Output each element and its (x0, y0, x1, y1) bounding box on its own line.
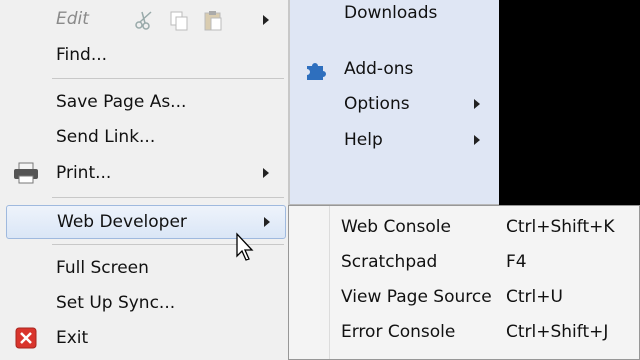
edit-submenu-arrow-icon (263, 15, 269, 25)
submenu-item-shortcut: F4 (506, 252, 527, 272)
main-menu-right: Downloads Add-ons Options Help (289, 0, 499, 205)
web-developer-submenu-arrow-icon (264, 217, 270, 227)
menu-item-help[interactable]: Help (290, 123, 499, 157)
menu-separator (52, 197, 284, 198)
menu-item-find[interactable]: Find... (0, 38, 288, 72)
copy-icon[interactable] (168, 10, 190, 32)
submenu-item-shortcut: Ctrl+Shift+J (506, 322, 609, 342)
menu-item-full-screen-label: Full Screen (56, 258, 149, 278)
submenu-item-label: Error Console (341, 322, 456, 342)
menu-item-edit[interactable]: Edit (0, 2, 288, 36)
menu-item-find-label: Find... (56, 45, 108, 65)
scissors-icon[interactable] (134, 10, 156, 30)
menu-item-send-link-label: Send Link... (56, 127, 156, 147)
menu-item-add-ons-label: Add-ons (344, 59, 414, 79)
menu-item-options[interactable]: Options (290, 87, 499, 121)
print-submenu-arrow-icon (263, 168, 269, 178)
options-submenu-arrow-icon (474, 99, 480, 109)
menu-item-exit-label: Exit (56, 328, 89, 348)
menu-item-exit[interactable]: Exit (0, 321, 288, 355)
close-icon (15, 327, 37, 349)
submenu-item-error-console[interactable]: Error Console Ctrl+Shift+J (289, 315, 639, 350)
main-menu-left: Edit Find... Save Page As... Send Link..… (0, 0, 289, 360)
menu-item-print-label: Print... (56, 163, 112, 183)
submenu-item-shortcut: Ctrl+U (506, 287, 563, 307)
menu-item-help-label: Help (344, 130, 383, 150)
submenu-item-web-console[interactable]: Web Console Ctrl+Shift+K (289, 210, 639, 245)
menu-item-web-developer-label: Web Developer (57, 212, 187, 232)
menu-item-print[interactable]: Print... (0, 156, 288, 190)
menu-item-downloads[interactable]: Downloads (290, 0, 499, 32)
menu-item-set-up-sync-label: Set Up Sync... (56, 293, 176, 313)
submenu-item-view-page-source[interactable]: View Page Source Ctrl+U (289, 280, 639, 315)
submenu-item-scratchpad[interactable]: Scratchpad F4 (289, 245, 639, 280)
menu-item-save-page-as-label: Save Page As... (56, 92, 187, 112)
mouse-cursor-icon (236, 232, 254, 261)
menu-item-add-ons[interactable]: Add-ons (290, 52, 499, 86)
paste-icon[interactable] (202, 10, 224, 32)
menu-item-send-link[interactable]: Send Link... (0, 120, 288, 154)
menu-item-options-label: Options (344, 94, 410, 114)
submenu-item-shortcut: Ctrl+Shift+K (506, 217, 615, 237)
submenu-item-label: View Page Source (341, 287, 492, 307)
web-developer-submenu: Web Console Ctrl+Shift+K Scratchpad F4 V… (288, 205, 640, 360)
puzzle-piece-icon (307, 63, 326, 80)
menu-item-set-up-sync[interactable]: Set Up Sync... (0, 286, 288, 320)
submenu-item-label: Web Console (341, 217, 451, 237)
submenu-item-label: Scratchpad (341, 252, 438, 272)
menu-separator (52, 78, 284, 79)
printer-icon (14, 162, 38, 184)
menu-item-downloads-label: Downloads (344, 3, 438, 23)
menu-item-edit-label: Edit (56, 9, 89, 29)
help-submenu-arrow-icon (474, 135, 480, 145)
menu-item-save-page-as[interactable]: Save Page As... (0, 85, 288, 119)
